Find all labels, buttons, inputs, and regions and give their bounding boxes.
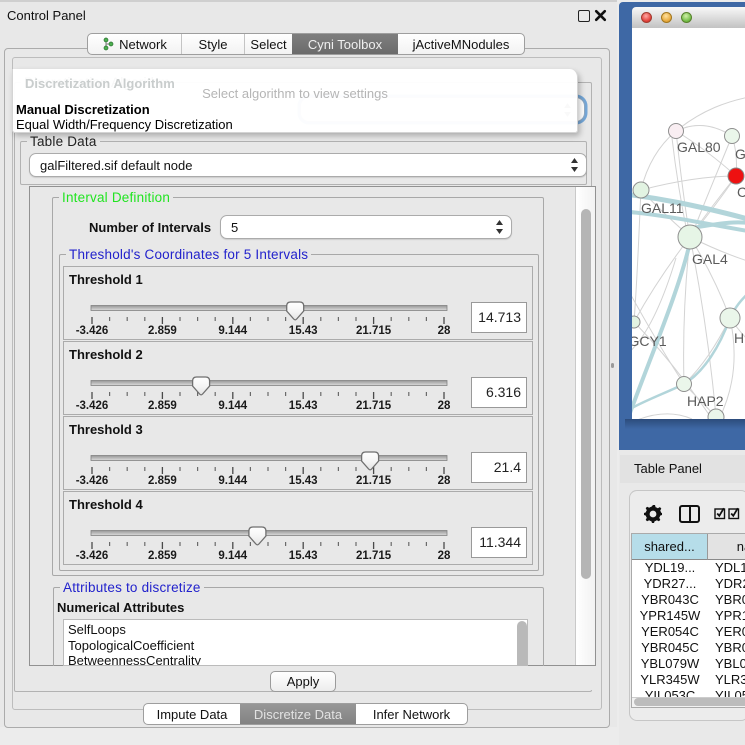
svg-text:2.859: 2.859 — [148, 325, 177, 337]
svg-text:GAL80: GAL80 — [677, 139, 721, 155]
svg-text:15.43: 15.43 — [289, 475, 318, 487]
svg-text:-3.426: -3.426 — [76, 400, 109, 412]
svg-text:15.43: 15.43 — [289, 550, 318, 562]
svg-text:21.715: 21.715 — [356, 550, 392, 562]
svg-text:28: 28 — [438, 325, 451, 337]
svg-text:CY: CY — [737, 184, 745, 200]
svg-text:GA: GA — [735, 146, 745, 162]
svg-text:2.859: 2.859 — [148, 400, 177, 412]
svg-text:15.43: 15.43 — [289, 325, 318, 337]
svg-text:-3.426: -3.426 — [76, 550, 109, 562]
svg-text:HAP2: HAP2 — [687, 393, 724, 409]
svg-text:-3.426: -3.426 — [76, 325, 109, 337]
svg-text:28: 28 — [438, 550, 451, 562]
svg-text:2.859: 2.859 — [148, 475, 177, 487]
svg-text:21.715: 21.715 — [356, 475, 392, 487]
svg-text:GAL11: GAL11 — [641, 200, 684, 216]
svg-text:9.144: 9.144 — [218, 400, 247, 412]
svg-text:15.43: 15.43 — [289, 400, 318, 412]
svg-text:2.859: 2.859 — [148, 550, 177, 562]
svg-text:21.715: 21.715 — [356, 400, 392, 412]
svg-text:GAL4: GAL4 — [692, 251, 728, 267]
svg-text:28: 28 — [438, 475, 451, 487]
svg-text:GCY1: GCY1 — [632, 333, 667, 349]
svg-text:28: 28 — [438, 400, 451, 412]
svg-text:H: H — [734, 330, 744, 346]
svg-text:9.144: 9.144 — [218, 475, 247, 487]
svg-text:21.715: 21.715 — [356, 325, 392, 337]
svg-text:-3.426: -3.426 — [76, 475, 109, 487]
svg-text:9.144: 9.144 — [218, 325, 247, 337]
svg-text:9.144: 9.144 — [218, 550, 247, 562]
